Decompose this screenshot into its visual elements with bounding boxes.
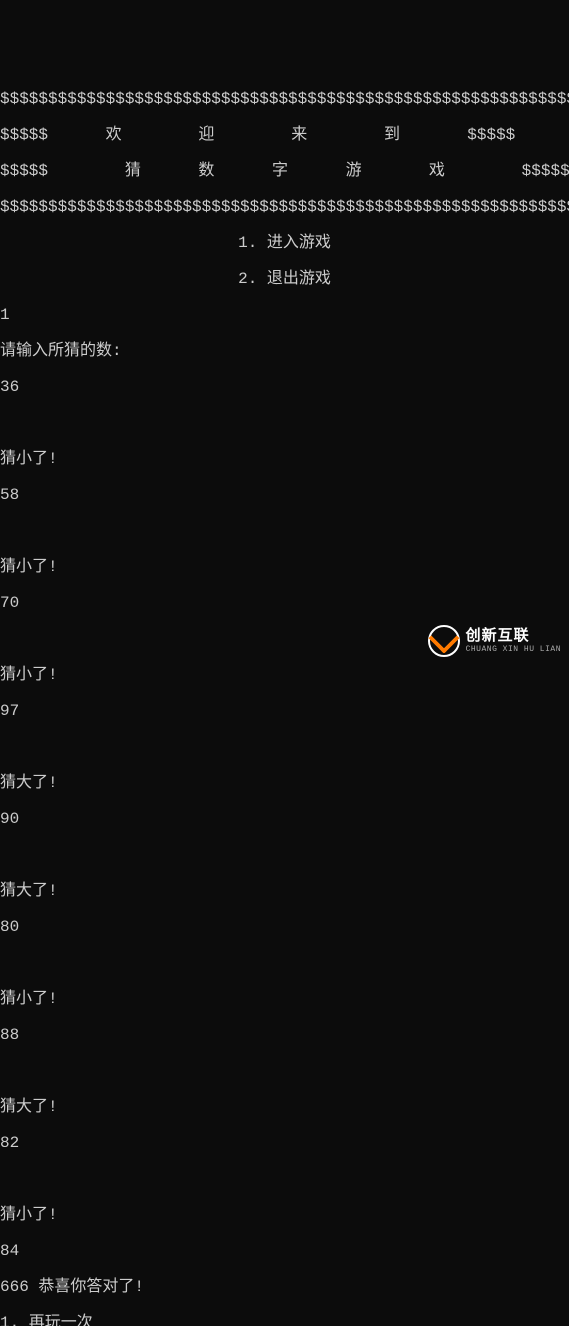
blank-line — [0, 1170, 569, 1188]
blank-line — [0, 522, 569, 540]
guess-input: 58 — [0, 486, 569, 504]
menu-exit-game: 2. 退出游戏 — [0, 270, 569, 288]
guess-result: 猜大了! — [0, 1098, 569, 1116]
guess-result: 猜小了! — [0, 558, 569, 576]
guess-input: 90 — [0, 810, 569, 828]
input-prompt: 请输入所猜的数: — [0, 342, 569, 360]
blank-line — [0, 846, 569, 864]
watermark-logo-icon — [428, 625, 460, 657]
blank-line — [0, 414, 569, 432]
blank-line — [0, 738, 569, 756]
menu-enter-game: 1. 进入游戏 — [0, 234, 569, 252]
guess-input: 36 — [0, 378, 569, 396]
watermark-cn: 创新互联 — [466, 629, 561, 644]
guess-input: 82 — [0, 1134, 569, 1152]
guess-input: 97 — [0, 702, 569, 720]
blank-line — [0, 1062, 569, 1080]
banner-title: $$$$$ 猜 数 字 游 戏 $$$$$ — [0, 162, 569, 180]
watermark: 创新互联 CHUANG XIN HU LIAN — [428, 625, 561, 657]
guess-result: 猜小了! — [0, 1206, 569, 1224]
guess-result: 猜小了! — [0, 666, 569, 684]
guess-input: 70 — [0, 594, 569, 612]
watermark-en: CHUANG XIN HU LIAN — [466, 646, 561, 654]
post-menu-replay: 1. 再玩一次 — [0, 1314, 569, 1326]
guess-result: 猜小了! — [0, 450, 569, 468]
win-message: 666 恭喜你答对了! — [0, 1278, 569, 1296]
blank-line — [0, 954, 569, 972]
banner-border-top: $$$$$$$$$$$$$$$$$$$$$$$$$$$$$$$$$$$$$$$$… — [0, 90, 569, 108]
guess-input: 80 — [0, 918, 569, 936]
user-choice: 1 — [0, 306, 569, 324]
banner-border-bottom: $$$$$$$$$$$$$$$$$$$$$$$$$$$$$$$$$$$$$$$$… — [0, 198, 569, 216]
banner-welcome: $$$$$ 欢 迎 来 到 $$$$$ — [0, 126, 569, 144]
final-guess-input: 84 — [0, 1242, 569, 1260]
guess-result: 猜大了! — [0, 882, 569, 900]
terminal-output: $$$$$$$$$$$$$$$$$$$$$$$$$$$$$$$$$$$$$$$$… — [0, 72, 569, 1326]
guess-input: 88 — [0, 1026, 569, 1044]
guess-result: 猜小了! — [0, 990, 569, 1008]
guess-result: 猜大了! — [0, 774, 569, 792]
